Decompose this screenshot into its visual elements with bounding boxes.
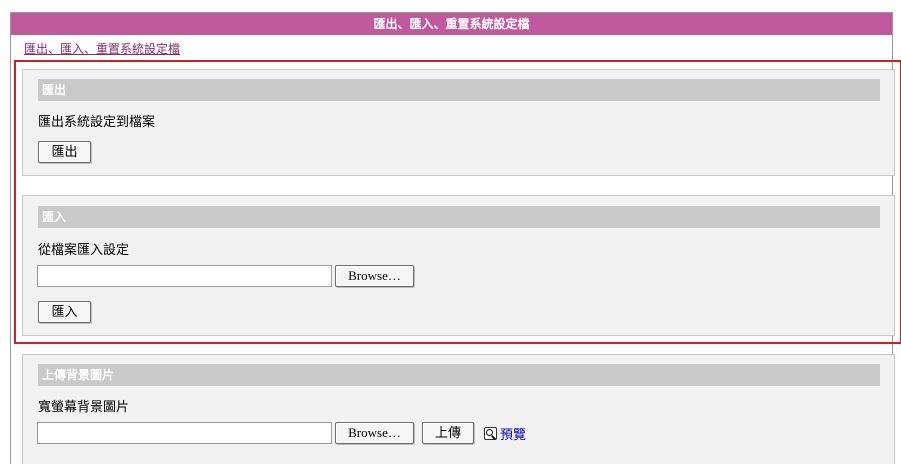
breadcrumb[interactable]: 匯出、匯入、重置系統設定檔 <box>24 40 180 57</box>
background-file-field[interactable] <box>37 422 332 444</box>
background-description: 寬螢幕背景圖片 <box>38 400 130 415</box>
page-title: 匯出、匯入、重置系統設定檔 <box>11 13 892 35</box>
background-browse-button[interactable]: Browse… <box>335 422 414 444</box>
background-panel: 上傳背景圖片 <box>22 354 895 464</box>
preview-link[interactable]: 預覽 <box>484 424 526 443</box>
highlight-box <box>14 60 901 344</box>
preview-label: 預覽 <box>500 428 527 443</box>
magnifier-icon <box>484 427 497 440</box>
upload-button[interactable]: 上傳 <box>422 422 474 444</box>
background-section-header: 上傳背景圖片 <box>38 364 880 386</box>
